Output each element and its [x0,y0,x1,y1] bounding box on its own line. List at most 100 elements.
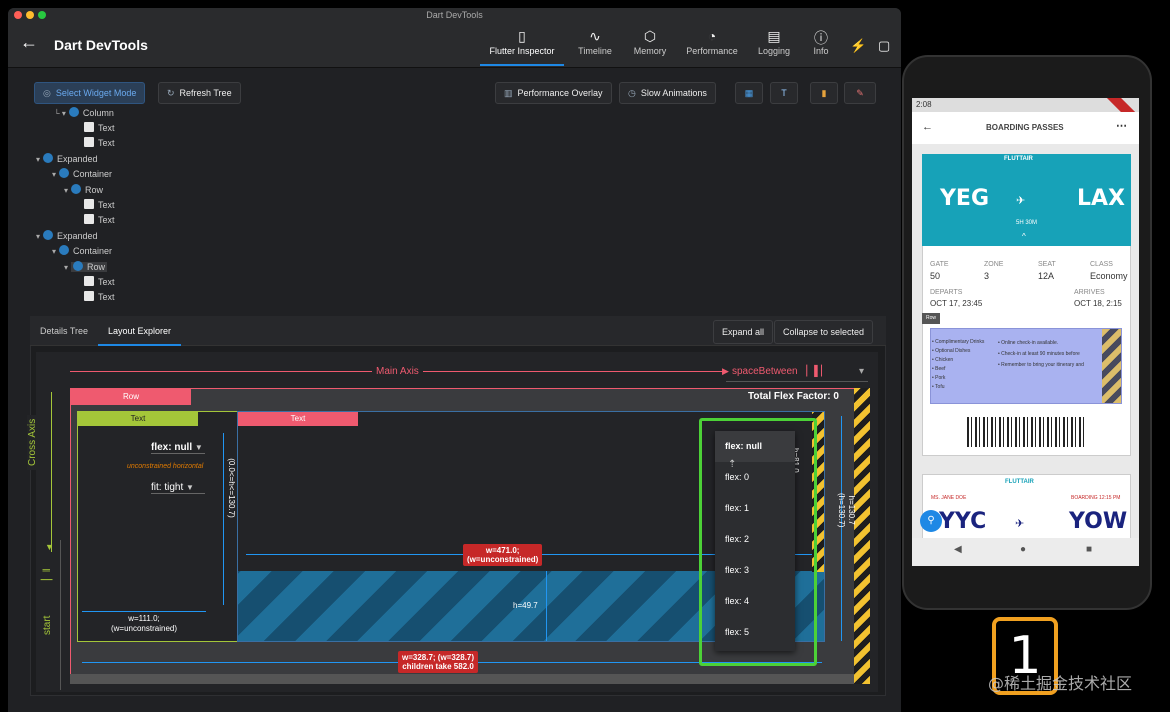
free-space-hatch [854,388,870,684]
tab-details-tree[interactable]: Details Tree [40,326,88,336]
tree-node[interactable]: Text [84,136,115,150]
nav-recents-icon[interactable]: ■ [1086,544,1092,555]
chevron-up-icon[interactable]: ^ [1022,232,1026,241]
child-1-width-label: w=111.0; (w=unconstrained) [110,614,178,633]
tab-label: Flutter Inspector [489,46,555,56]
tab-label: Memory [633,46,667,56]
policy-list: • Online check-in available. • Check-in … [998,338,1102,371]
nav-home-icon[interactable]: ● [1020,544,1026,555]
dropdown-arrow-icon: ▾ [858,366,864,377]
select-value: spaceBetween [732,366,798,377]
grid-icon: ▦ [744,88,754,98]
tree-node[interactable]: ▾ Container [52,167,112,181]
chevron-down-icon: ▾ [64,263,69,272]
expand-all-button[interactable]: Expand all [713,320,774,344]
debug-paint-button[interactable]: ▦ [735,82,763,104]
minimize-window-button[interactable] [26,11,34,19]
collapse-to-selected-button[interactable]: Collapse to selected [774,320,874,344]
alignment-preview-icon: ▏▌▏ [806,366,829,377]
tree-node[interactable]: └ ▾ Column [54,106,114,120]
hot-reload-icon[interactable]: ⚡ [850,38,866,54]
select-widget-mode-button[interactable]: ◎ Select Widget Mode [34,82,146,104]
departs-label: DEPARTS [930,289,963,296]
menu-item-flex-2[interactable]: flex: 2 [715,524,795,555]
tree-node[interactable]: Text [84,121,115,135]
menu-item-flex-0[interactable]: flex: 0 [715,462,795,493]
menu-item-flex-3[interactable]: flex: 3 [715,555,795,586]
fit-select[interactable]: fit: tight ▼ [151,482,205,494]
tab-logging[interactable]: ▤ Logging [750,22,798,66]
mouse-cursor-icon: ⇡ [728,459,737,470]
tab-label: Info [813,46,829,56]
slow-animations-button[interactable]: ◷ Slow Animations [619,82,716,104]
rainbow-icon: ▮ [821,88,827,98]
menu-item-flex-null[interactable]: flex: null [715,431,795,462]
tab-timeline[interactable]: ∿ Timeline [570,22,620,66]
pass-1-from: YEG [940,186,990,211]
tree-node[interactable]: Text [84,290,115,304]
select-value: flex: null [151,442,193,453]
arrives-value: OCT 18, 2:15 [1074,299,1122,308]
invert-oversized-images-button[interactable]: ✎ [844,82,876,104]
zone-label: ZONE [984,261,1004,268]
maximize-window-button[interactable] [38,11,46,19]
tree-node-selected[interactable]: ▾ Row [64,260,108,274]
tree-node-label: Container [73,169,113,179]
more-icon[interactable]: ⋯ [1116,119,1127,132]
gate-label: GATE [930,261,949,268]
widget-icon [59,245,70,255]
tab-label: Performance [686,46,738,56]
flex-select[interactable]: flex: null ▼ [151,442,205,454]
repaint-rainbow-button[interactable]: ▮ [810,82,838,104]
close-window-button[interactable] [14,11,22,19]
tab-label: Timeline [578,46,612,56]
tab-flutter-inspector[interactable]: ▯ Flutter Inspector [480,22,564,66]
dropdown-arrow-icon: ▼ [194,443,203,452]
tree-node[interactable]: Text [84,275,115,289]
app-title: Dart DevTools [54,37,148,53]
widget-icon [59,168,70,178]
refresh-tree-button[interactable]: ↻ Refresh Tree [158,82,241,104]
menu-item-flex-4[interactable]: flex: 4 [715,586,795,617]
tab-label: Logging [757,46,791,56]
main-axis-alignment-select[interactable]: spaceBetween ▏▌▏ ▾ [726,364,868,382]
widget-icon [71,184,82,194]
seat-label: SEAT [1038,261,1056,268]
departs-value: OCT 17, 23:45 [930,299,983,308]
tab-info[interactable]: ⓘ Info [804,22,838,66]
tree-node[interactable]: ▾ Container [52,244,112,258]
text-widget-icon [84,199,94,209]
treat-item: • Tofu [932,384,945,390]
menu-item-flex-1[interactable]: flex: 1 [715,493,795,524]
paint-baselines-button[interactable]: T [770,82,798,104]
tree-node[interactable]: Text [84,198,115,212]
tree-node[interactable]: ▾ Row [64,183,103,197]
cross-axis-alignment-select[interactable]: start [42,616,53,635]
screen-appbar: ← BOARDING PASSES ⋯ [912,112,1139,144]
child-1-width-line [82,611,206,612]
button-label: Performance Overlay [517,88,603,98]
text-widget-icon [84,214,94,224]
widget-icon [43,230,54,240]
menu-item-flex-5[interactable]: flex: 5 [715,617,795,648]
tree-node-label: Container [73,246,113,256]
plane-icon: ✈ [1015,518,1025,530]
chevron-down-icon: ▾ [36,232,41,241]
tab-memory[interactable]: ⬡ Memory [626,22,674,66]
tree-node[interactable]: ▾ Expanded [36,152,98,166]
back-arrow-icon[interactable]: ← [20,32,38,53]
chevron-down-icon: └ ▾ [54,109,66,118]
tree-node[interactable]: ▾ Expanded [36,229,98,243]
flex-dropdown-menu: flex: null flex: 0 flex: 1 flex: 2 flex:… [715,431,795,651]
tree-node-label: Expanded [57,231,98,241]
tree-node[interactable]: Text [84,213,115,227]
tab-performance[interactable]: ◔ Performance [680,22,744,66]
tree-node-label: Text [98,138,115,148]
cross-axis-select-line [60,540,61,690]
tab-layout-explorer[interactable]: Layout Explorer [98,318,182,346]
search-fab[interactable]: ⚲ [920,510,942,532]
back-arrow-icon[interactable]: ← [922,121,933,133]
feedback-icon[interactable]: ▢ [878,38,890,54]
nav-back-icon[interactable]: ◀ [954,544,962,555]
performance-overlay-button[interactable]: ▥ Performance Overlay [495,82,612,104]
